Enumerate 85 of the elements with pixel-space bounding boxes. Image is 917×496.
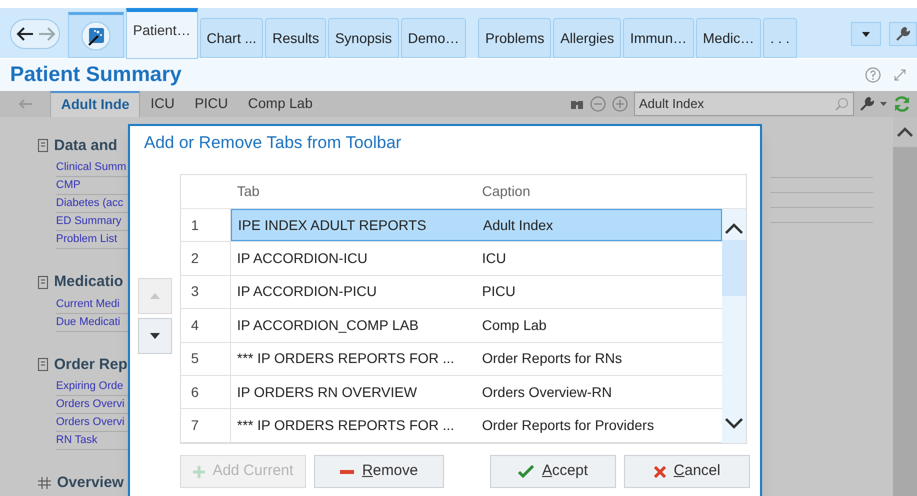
cancel-button[interactable]: Cancel	[624, 455, 750, 488]
close-icon	[654, 466, 666, 478]
tab[interactable]: Synopsis	[328, 18, 399, 58]
scrollbar[interactable]	[722, 209, 746, 443]
tab[interactable]: . . .	[763, 18, 797, 58]
section-title: Order Rep	[54, 354, 128, 374]
caret-icon[interactable]	[880, 102, 887, 106]
dialog-title: Add or Remove Tabs from Toolbar	[144, 132, 402, 154]
dropdown-button[interactable]	[851, 22, 881, 46]
minus-icon	[340, 470, 354, 474]
section-title: Overview	[57, 473, 124, 493]
search-value: Adult Index	[639, 94, 706, 113]
table-row[interactable]: *** IP ORDERS REPORTS FOR ... Order Reports for RNs	[231, 342, 722, 375]
table-cell-text: IP ACCORDION-ICU	[236, 249, 368, 268]
scroll-up-icon[interactable]	[897, 126, 913, 136]
table-cell-text: IP ACCORDION-PICU	[236, 282, 378, 302]
document-icon	[38, 276, 48, 289]
table-cell-text: *** IP ORDERS REPORTS FOR ...	[236, 416, 456, 436]
row-number: 6	[181, 376, 231, 408]
section-title: Medicatio	[54, 272, 124, 292]
row-number: 3	[181, 276, 231, 308]
wand-tab[interactable]	[68, 12, 124, 58]
scroll-down-icon	[725, 418, 744, 429]
wrench-icon[interactable]	[860, 96, 874, 110]
tab[interactable]: PICU	[184, 90, 238, 116]
tab[interactable]: Medic…	[696, 18, 762, 58]
row-number: 5	[181, 342, 231, 375]
table-row[interactable]: IP ACCORDION-PICU PICU	[231, 276, 722, 308]
row-number: 7	[181, 409, 231, 442]
table-cell-text: Adult Index	[482, 216, 554, 235]
help-icon[interactable]	[865, 66, 881, 83]
document-icon	[38, 358, 48, 372]
table-cell-text: PICU	[481, 282, 516, 302]
table-cell-text: ICU	[481, 249, 506, 268]
column-header: Tab	[236, 182, 261, 201]
tab[interactable]: Demo…	[400, 18, 466, 58]
down-triangle-icon	[150, 333, 160, 339]
tab[interactable]: Problems	[478, 18, 552, 58]
wrench-icon	[896, 27, 910, 41]
tab[interactable]: Results	[265, 18, 326, 58]
table-cell-text: IP ACCORDION_COMP LAB	[236, 316, 420, 335]
move-down-button[interactable]	[138, 318, 172, 354]
table-row[interactable]: IP ACCORDION-ICU ICU	[231, 242, 722, 275]
back-arrow-icon[interactable]	[15, 26, 35, 42]
page-title: Patient Summary	[10, 62, 182, 88]
table-row[interactable]: IP ORDERS RN OVERVIEW Orders Overview-RN	[231, 376, 722, 408]
magic-wand-icon	[81, 21, 111, 51]
grid-icon	[38, 477, 51, 490]
scrollbar-thumb[interactable]	[722, 240, 746, 296]
search-icon	[835, 96, 849, 110]
table-cell-text: Orders Overview-RN	[481, 382, 612, 402]
zoom-out-icon[interactable]	[590, 96, 606, 112]
tab[interactable]: Comp Lab	[238, 90, 323, 116]
column-header: Caption	[481, 182, 530, 201]
scroll-up-icon	[725, 223, 744, 234]
checkmark-icon	[518, 465, 534, 478]
zoom-in-icon[interactable]	[612, 96, 628, 112]
tab[interactable]: Patient…	[126, 8, 198, 59]
table-cell-text: IP ORDERS RN OVERVIEW	[236, 382, 418, 402]
remove-button[interactable]: Remove	[314, 455, 444, 488]
settings-button[interactable]	[889, 22, 917, 46]
search-field[interactable]: Adult Index	[634, 92, 854, 116]
section-title: Data and	[54, 136, 118, 156]
table-cell-text: Order Reports for RNs	[481, 349, 622, 368]
accept-button[interactable]: Accept	[490, 455, 616, 488]
tab[interactable]: Immun…	[623, 18, 694, 58]
table-row[interactable]: IPE INDEX ADULT REPORTS Adult Index	[231, 209, 722, 242]
caret-icon	[862, 32, 870, 36]
expand-icon[interactable]	[893, 68, 907, 82]
up-triangle-icon	[150, 293, 160, 299]
tab[interactable]: Adult Inde	[50, 90, 140, 116]
tab[interactable]: Chart ...	[200, 18, 264, 58]
tab[interactable]: Allergies	[553, 18, 622, 58]
plus-icon	[192, 466, 205, 478]
row-number: 4	[181, 309, 231, 342]
table-cell-text: Comp Lab	[481, 316, 547, 335]
table-row[interactable]: IP ACCORDION_COMP LAB Comp Lab	[231, 309, 722, 342]
row-number: 2	[181, 242, 231, 275]
table-row[interactable]: *** IP ORDERS REPORTS FOR ... Order Reports for Providers	[231, 409, 722, 442]
table-cell-text: Order Reports for Providers	[481, 416, 654, 436]
table-cell-text: IPE INDEX ADULT REPORTS	[237, 216, 428, 235]
document-icon	[38, 139, 48, 152]
tab[interactable]: ICU	[140, 90, 185, 116]
back-forward-control[interactable]	[10, 19, 60, 49]
table-cell-text: *** IP ORDERS REPORTS FOR ...	[236, 349, 456, 368]
